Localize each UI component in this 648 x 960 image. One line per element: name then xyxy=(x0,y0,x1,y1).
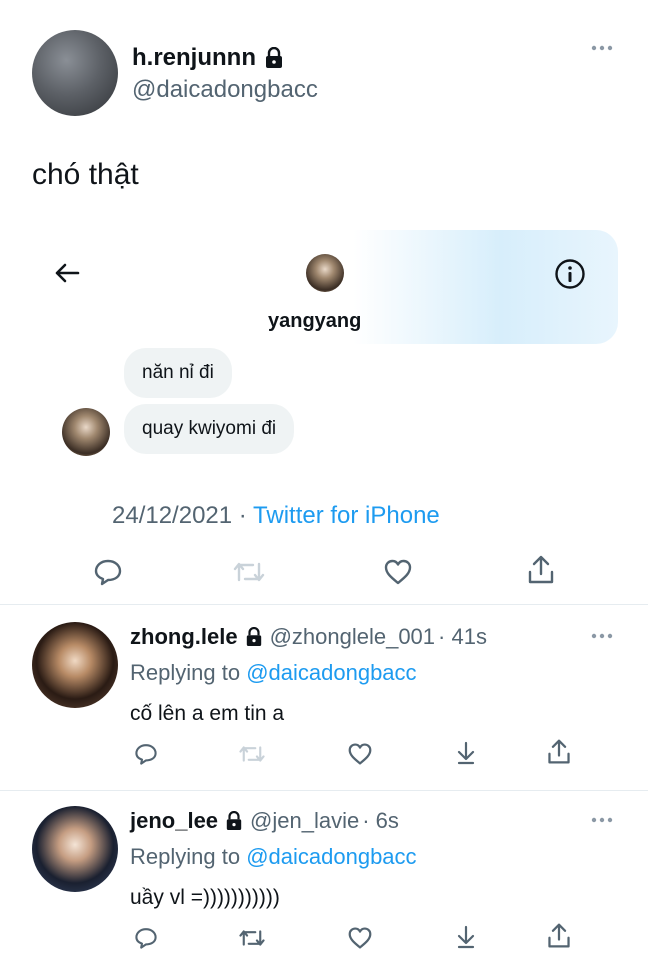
more-dots-icon[interactable] xyxy=(590,632,614,640)
retweet-icon[interactable] xyxy=(232,560,266,584)
retweet-icon[interactable] xyxy=(238,744,266,764)
source-link[interactable]: Twitter for iPhone xyxy=(253,502,440,529)
tweet-text: chó thật xyxy=(32,158,139,191)
separator: · xyxy=(238,502,247,529)
share-icon[interactable] xyxy=(526,554,556,586)
reply-icon[interactable] xyxy=(134,742,158,766)
message-bubble: năn nỉ đi xyxy=(124,348,232,398)
back-arrow-icon xyxy=(54,262,80,284)
like-icon[interactable] xyxy=(347,926,373,950)
tip-icon[interactable] xyxy=(454,740,478,766)
replying-handle[interactable]: @daicadongbacc xyxy=(246,844,416,869)
reply-time: · 6s xyxy=(362,808,399,833)
message-avatar xyxy=(62,408,110,456)
divider xyxy=(0,604,648,605)
reply-header: jeno_lee @jen_lavie · 6s xyxy=(130,808,399,834)
author-name: h.renjunnn xyxy=(132,44,256,71)
replying-handle[interactable]: @daicadongbacc xyxy=(246,660,416,685)
lock-icon xyxy=(264,47,284,69)
author-name-row[interactable]: h.renjunnn xyxy=(132,44,284,72)
reply-avatar[interactable] xyxy=(32,622,118,708)
timestamp: 24/12/2021 xyxy=(112,502,233,529)
like-icon[interactable] xyxy=(383,558,413,586)
contact-avatar xyxy=(306,254,344,292)
reply-author-name[interactable]: jeno_lee xyxy=(130,808,218,834)
like-icon[interactable] xyxy=(347,742,373,766)
share-icon[interactable] xyxy=(546,738,572,766)
reply-text: cố lên a em tin a xyxy=(130,702,285,725)
reply-header: zhong.lele @zhonglele_001 · 41s xyxy=(130,624,487,650)
info-icon xyxy=(554,258,586,290)
reply-time: · 41s xyxy=(438,624,487,649)
more-dots-icon[interactable] xyxy=(590,816,614,824)
author-handle[interactable]: @daicadongbacc xyxy=(132,76,318,104)
reply-author-handle[interactable]: @jen_lavie xyxy=(250,808,359,834)
replying-to: Replying to @daicadongbacc xyxy=(130,660,417,686)
contact-name: yangyang xyxy=(268,310,362,332)
reply-author-handle[interactable]: @zhonglele_001 xyxy=(270,624,435,650)
replying-prefix: Replying to xyxy=(130,660,241,685)
reply-icon[interactable] xyxy=(134,926,158,950)
share-icon[interactable] xyxy=(546,922,572,950)
tip-icon[interactable] xyxy=(454,924,478,950)
reply-text: uầy vl =))))))))))) xyxy=(130,886,280,909)
reply-icon[interactable] xyxy=(93,558,123,586)
reply-author-name[interactable]: zhong.lele xyxy=(130,624,238,650)
tweet-meta: 24/12/2021 · Twitter for iPhone xyxy=(112,502,440,530)
reply-avatar[interactable] xyxy=(32,806,118,892)
lock-icon xyxy=(245,627,263,647)
divider xyxy=(0,790,648,791)
message-bubble: quay kwiyomi đi xyxy=(124,404,295,454)
retweet-icon[interactable] xyxy=(238,928,266,948)
replying-to: Replying to @daicadongbacc xyxy=(130,844,417,870)
more-dots-icon[interactable] xyxy=(590,44,614,52)
lock-icon xyxy=(225,811,243,831)
author-avatar[interactable] xyxy=(32,30,118,116)
replying-prefix: Replying to xyxy=(130,844,241,869)
